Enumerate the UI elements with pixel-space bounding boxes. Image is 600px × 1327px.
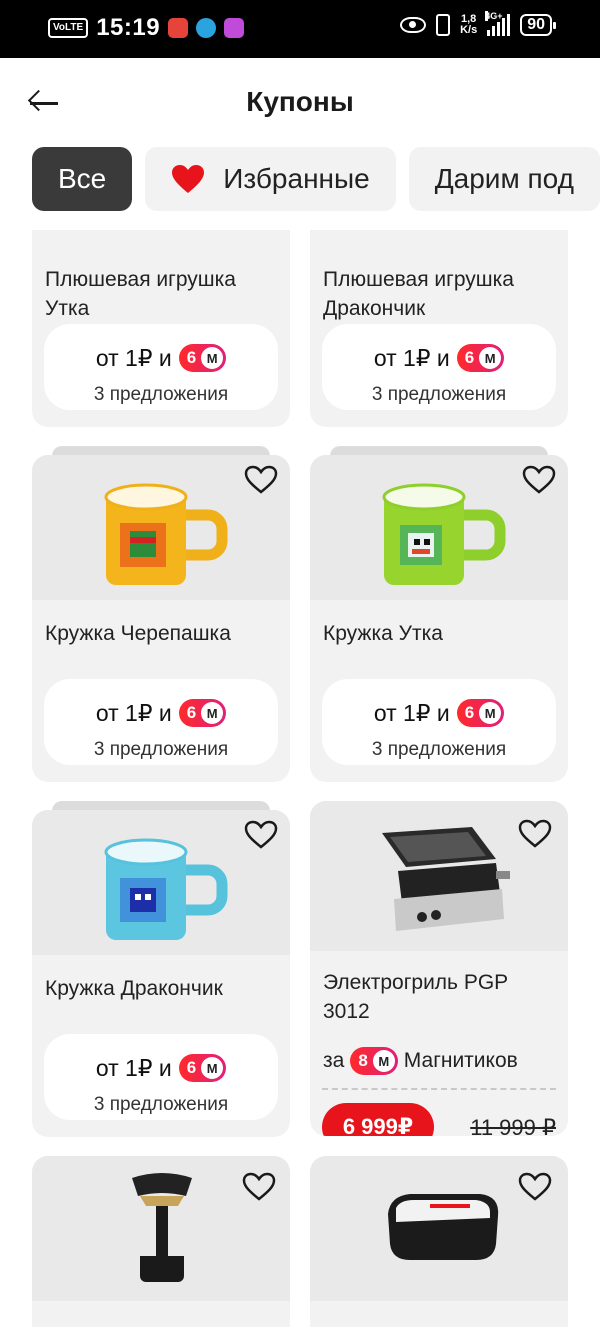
product-card[interactable]: [310, 1156, 568, 1327]
offer-price: от 1₽ и 6М: [44, 699, 278, 727]
offer-button[interactable]: от 1₽ и 6М 3 предложения: [322, 679, 556, 765]
tab-gifts[interactable]: Дарим под: [408, 147, 600, 211]
status-time: 15:19: [96, 14, 161, 41]
tab-favorites[interactable]: Избранные: [145, 147, 396, 211]
product-name: Кружка Дракончик: [45, 977, 223, 1000]
signal-icon: 4G+: [485, 11, 511, 36]
product-name: Кружка Черепашка: [45, 622, 231, 645]
old-price: 11 999 ₽: [470, 1115, 556, 1136]
tab-label: Дарим под: [434, 163, 574, 194]
offers-count: 3 предложения: [93, 1094, 229, 1115]
product-card[interactable]: Кружка Дракончик от 1₽ и 6М 3 предложени…: [32, 810, 290, 1137]
battery-icon: 90: [520, 14, 556, 36]
filter-tabs: Все Избранные Дарим под: [32, 147, 600, 211]
offers-count: 3 предложения: [93, 739, 229, 760]
tab-all[interactable]: Все: [32, 147, 133, 211]
eye-comfort-icon: [400, 17, 427, 33]
product-name: Плюшевая игрушка Утка: [45, 268, 236, 320]
product-card[interactable]: Плюшевая игрушка Дракончик от 1₽ и 6М 3 …: [310, 230, 568, 427]
coupon-grid: Плюшевая игрушка Утка от 1₽ и 6М 3 предл…: [32, 230, 568, 1327]
product-card[interactable]: Плюшевая игрушка Утка от 1₽ и 6М 3 предл…: [32, 230, 290, 427]
offer-button[interactable]: от 1₽ и 6М 3 предложения: [44, 324, 278, 410]
product-card[interactable]: Кружка Утка от 1₽ и 6М 3 предложения: [310, 455, 568, 782]
favorite-heart-icon[interactable]: [522, 465, 556, 495]
offer-price: от 1₽ и 6М: [322, 699, 556, 727]
tab-label: Избранные: [223, 163, 370, 194]
favorite-heart-icon[interactable]: [244, 465, 278, 495]
divider: [322, 1088, 556, 1090]
magnit-points-badge: 6М: [178, 699, 227, 727]
product-card[interactable]: Кружка Черепашка от 1₽ и 6М 3 предложени…: [32, 455, 290, 782]
offer-button[interactable]: от 1₽ и 6М 3 предложения: [44, 679, 278, 765]
offer-button[interactable]: от 1₽ и 6М 3 предложения: [44, 1034, 278, 1120]
app-header: Купоны: [0, 58, 600, 148]
product-card[interactable]: Электрогриль PGP 3012 за 8М Магнитиков 6…: [310, 801, 568, 1136]
offers-count: 3 предложения: [371, 739, 507, 760]
product-name: Плюшевая игрушка Дракончик: [323, 268, 514, 320]
network-speed: 1,8 K/s: [460, 13, 478, 36]
favorite-heart-icon[interactable]: [242, 1172, 276, 1202]
notification-app-icon: [224, 18, 245, 38]
notification-app-icon: [168, 18, 189, 38]
magnit-points-badge: 6М: [456, 699, 505, 727]
magnit-points-badge: 6М: [178, 1054, 227, 1082]
product-card[interactable]: [32, 1156, 290, 1327]
favorite-heart-icon[interactable]: [244, 820, 278, 850]
volte-icon: VoLTE: [48, 18, 89, 38]
magnit-points-badge: 8М: [350, 1047, 398, 1075]
tab-label: Все: [58, 163, 107, 194]
status-bar: VoLTE 15:19 1,8 K/s 4G+ 90: [0, 0, 600, 58]
sale-price-button[interactable]: 6 999₽: [322, 1103, 434, 1136]
magnit-points-badge: 6М: [456, 344, 505, 372]
heart-icon: [172, 165, 205, 193]
page-title: Купоны: [246, 86, 354, 117]
favorite-heart-icon[interactable]: [518, 819, 552, 849]
vibrate-icon: [436, 14, 451, 36]
favorite-heart-icon[interactable]: [518, 1172, 552, 1202]
offer-price: от 1₽ и 6М: [322, 344, 556, 372]
offer-button[interactable]: от 1₽ и 6М 3 предложения: [322, 324, 556, 410]
product-name: Электрогриль PGP 3012: [323, 971, 508, 1023]
magnit-points-price: за 8М Магнитиков: [323, 1047, 518, 1075]
offers-count: 3 предложения: [371, 384, 507, 405]
offer-price: от 1₽ и 6М: [44, 344, 278, 372]
magnit-points-badge: 6М: [178, 344, 227, 372]
offers-count: 3 предложения: [93, 384, 229, 405]
offer-price: от 1₽ и 6М: [44, 1054, 278, 1082]
telegram-icon: [196, 18, 217, 38]
product-name: Кружка Утка: [323, 622, 443, 645]
